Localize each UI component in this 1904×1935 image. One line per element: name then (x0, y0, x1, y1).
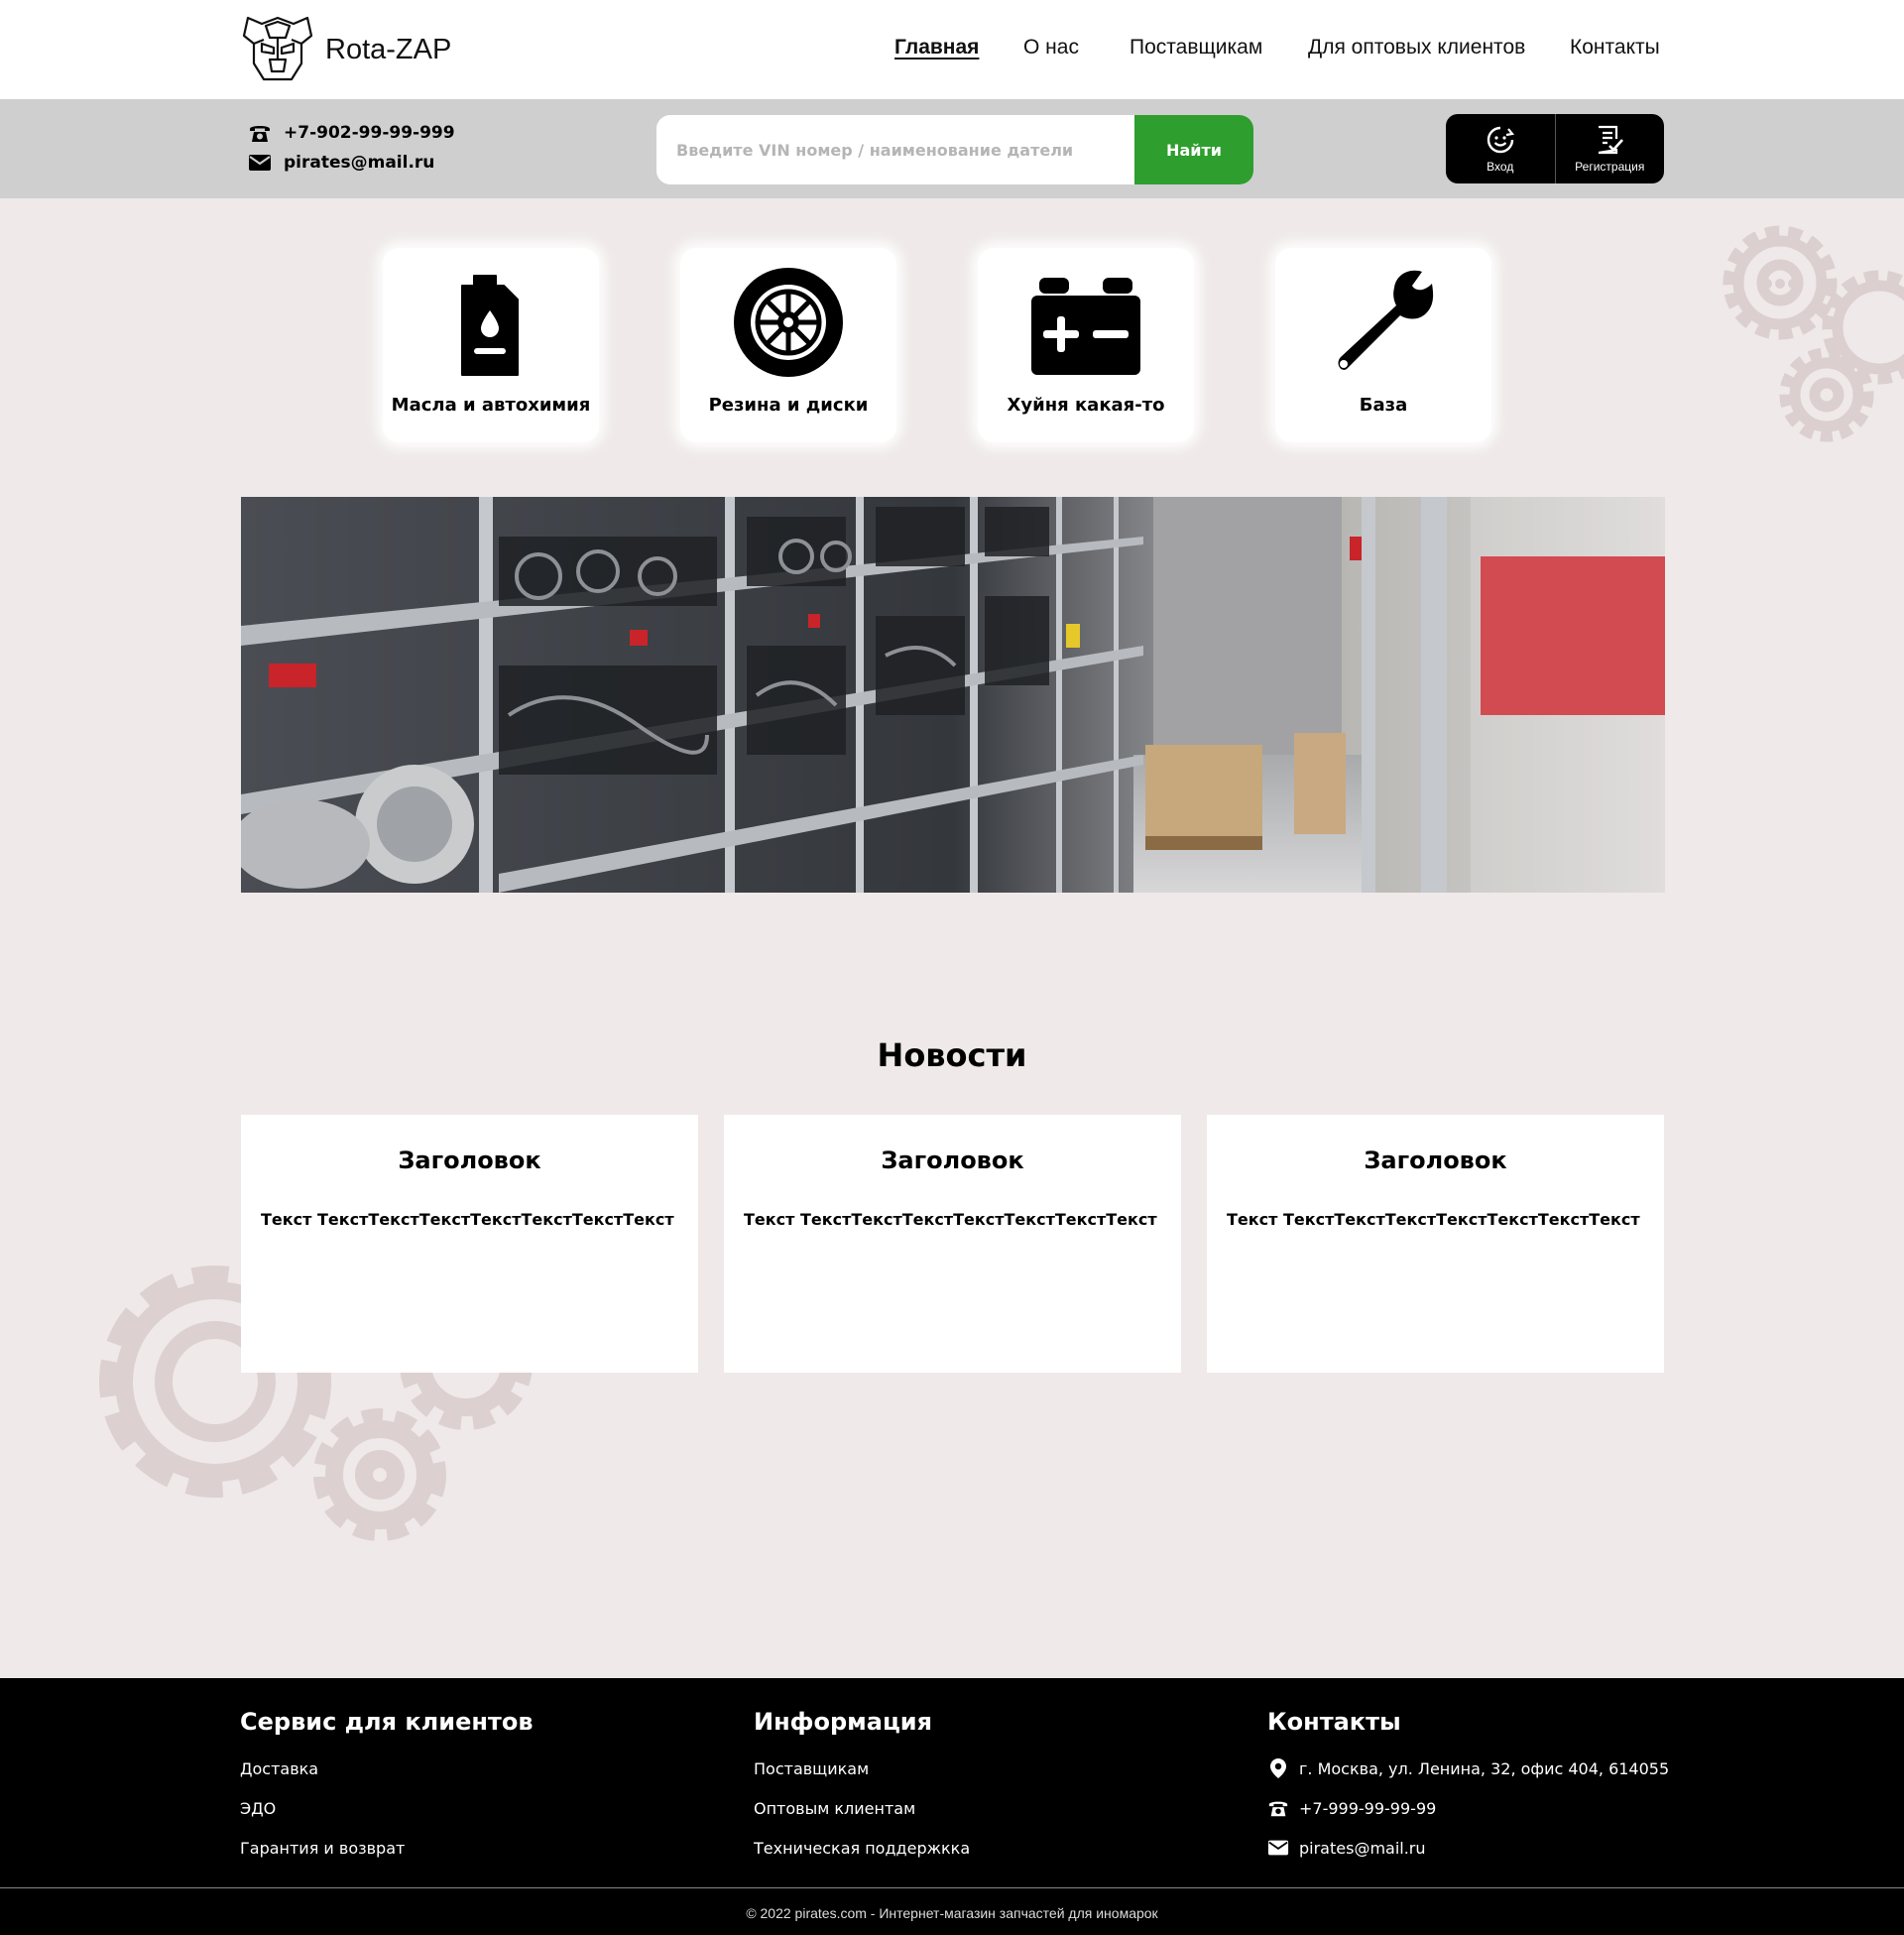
news-card-text: Текст ТекстТекстТекстТекстТекстТекстТекс… (1227, 1210, 1640, 1229)
category-label: Хуйня какая-то (1007, 395, 1165, 416)
footer-info-title: Информация (754, 1708, 932, 1736)
auth-panel: Вход Регистрация (1446, 114, 1664, 183)
smiley-login-icon (1487, 126, 1514, 154)
footer-copyright: © 2022 pirates.com - Интернет-магазин за… (746, 1905, 1158, 1921)
category-label: Масла и автохимия (391, 395, 591, 416)
category-label: База (1359, 395, 1408, 416)
logo[interactable]: Rota-ZAP (240, 14, 451, 85)
footer-link-support[interactable]: Техническая поддержкка (754, 1839, 970, 1858)
footer-address: г. Москва, ул. Ленина, 32, офис 404, 614… (1267, 1757, 1669, 1779)
header-phone-text: +7-902-99-99-999 (284, 123, 455, 143)
phone-icon (250, 126, 270, 142)
hero-banner-image (241, 497, 1665, 893)
nav-about[interactable]: О нас (1023, 36, 1079, 60)
footer-link-delivery[interactable]: Доставка (240, 1759, 318, 1778)
footer-service-title: Сервис для клиентов (240, 1708, 534, 1736)
news-card[interactable]: Заголовок Текст ТекстТекстТекстТекстТекс… (724, 1115, 1181, 1373)
phone-icon (1268, 1801, 1288, 1817)
warehouse-shelves-image (241, 497, 1665, 893)
transformer-logo-icon (242, 16, 313, 81)
header-email[interactable]: pirates@mail.ru (248, 153, 434, 173)
wheel-icon (734, 268, 843, 377)
news-card-text: Текст ТекстТекстТекстТекстТекстТекстТекс… (744, 1210, 1157, 1229)
footer-link-edo[interactable]: ЭДО (240, 1799, 276, 1818)
footer-link-suppliers[interactable]: Поставщикам (754, 1759, 869, 1778)
register-button[interactable]: Регистрация (1556, 114, 1665, 183)
footer-email-text: pirates@mail.ru (1299, 1838, 1426, 1858)
category-battery[interactable]: Хуйня какая-то (978, 248, 1194, 442)
news-card[interactable]: Заголовок Текст ТекстТекстТекстТекстТекс… (241, 1115, 698, 1373)
news-card-heading: Заголовок (881, 1147, 1024, 1174)
footer-contacts-title: Контакты (1267, 1708, 1401, 1736)
header-phone[interactable]: +7-902-99-99-999 (248, 123, 455, 143)
footer-email[interactable]: pirates@mail.ru (1267, 1837, 1426, 1859)
category-label: Резина и диски (708, 395, 869, 416)
footer-link-wholesale[interactable]: Оптовым клиентам (754, 1799, 915, 1818)
form-check-icon (1599, 125, 1624, 155)
news-card-heading: Заголовок (1364, 1147, 1507, 1174)
footer-address-text: г. Москва, ул. Ленина, 32, офис 404, 614… (1299, 1758, 1670, 1778)
header-email-text: pirates@mail.ru (284, 153, 435, 173)
nav-home[interactable]: Главная (894, 36, 979, 60)
category-base[interactable]: База (1275, 248, 1491, 442)
nav-wholesale[interactable]: Для оптовых клиентов (1308, 36, 1525, 60)
search-button[interactable]: Найти (1134, 115, 1253, 184)
nav-suppliers[interactable]: Поставщикам (1130, 36, 1262, 60)
top-header: Rota-ZAP Главная О нас Поставщикам Для о… (0, 0, 1904, 99)
mail-icon (1267, 1840, 1289, 1856)
nav-contacts[interactable]: Контакты (1570, 36, 1660, 60)
login-label: Вход (1487, 160, 1514, 174)
news-card[interactable]: Заголовок Текст ТекстТекстТекстТекстТекс… (1207, 1115, 1664, 1373)
battery-icon (1031, 278, 1140, 375)
category-oils[interactable]: Масла и автохимия (383, 248, 599, 442)
location-pin-icon (1270, 1758, 1286, 1778)
news-card-text: Текст ТекстТекстТекстТекстТекстТекстТекс… (261, 1210, 674, 1229)
news-card-heading: Заголовок (398, 1147, 541, 1174)
footer-divider (0, 1887, 1904, 1888)
search-form: Найти (656, 115, 1253, 184)
oil-canister-icon (461, 275, 519, 376)
category-tires[interactable]: Резина и диски (680, 248, 896, 442)
gears-decoration-icon (1723, 225, 1904, 442)
footer: Сервис для клиентов Доставка ЭДО Гаранти… (0, 1678, 1904, 1935)
footer-phone-text: +7-999-99-99-99 (1299, 1798, 1437, 1818)
login-button[interactable]: Вход (1446, 114, 1555, 183)
news-section-title: Новости (877, 1036, 1027, 1074)
wrench-icon (1338, 270, 1434, 370)
brand-name: Rota-ZAP (325, 33, 452, 65)
mail-icon (249, 155, 271, 171)
footer-link-warranty[interactable]: Гарантия и возврат (240, 1839, 405, 1858)
search-input[interactable] (656, 115, 1134, 184)
register-label: Регистрация (1575, 160, 1645, 174)
footer-phone[interactable]: +7-999-99-99-99 (1267, 1797, 1436, 1819)
